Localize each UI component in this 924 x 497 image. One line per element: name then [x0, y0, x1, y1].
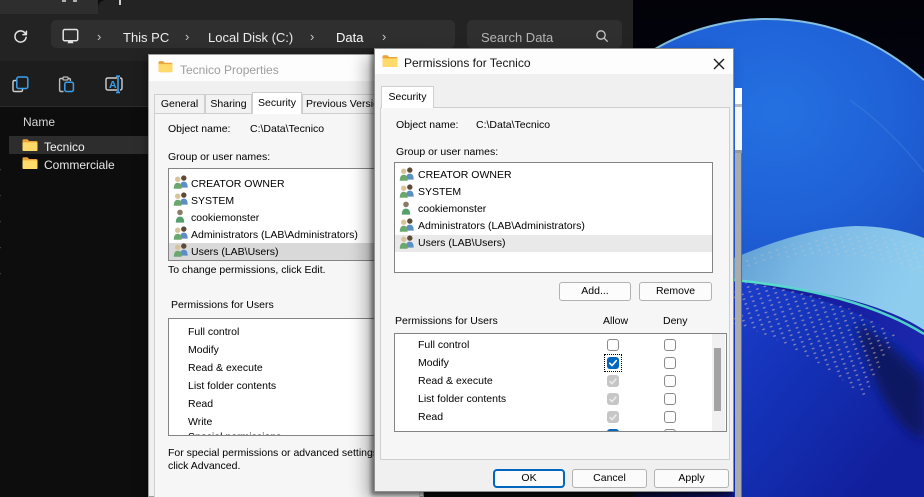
svg-text:A: A [109, 79, 117, 91]
